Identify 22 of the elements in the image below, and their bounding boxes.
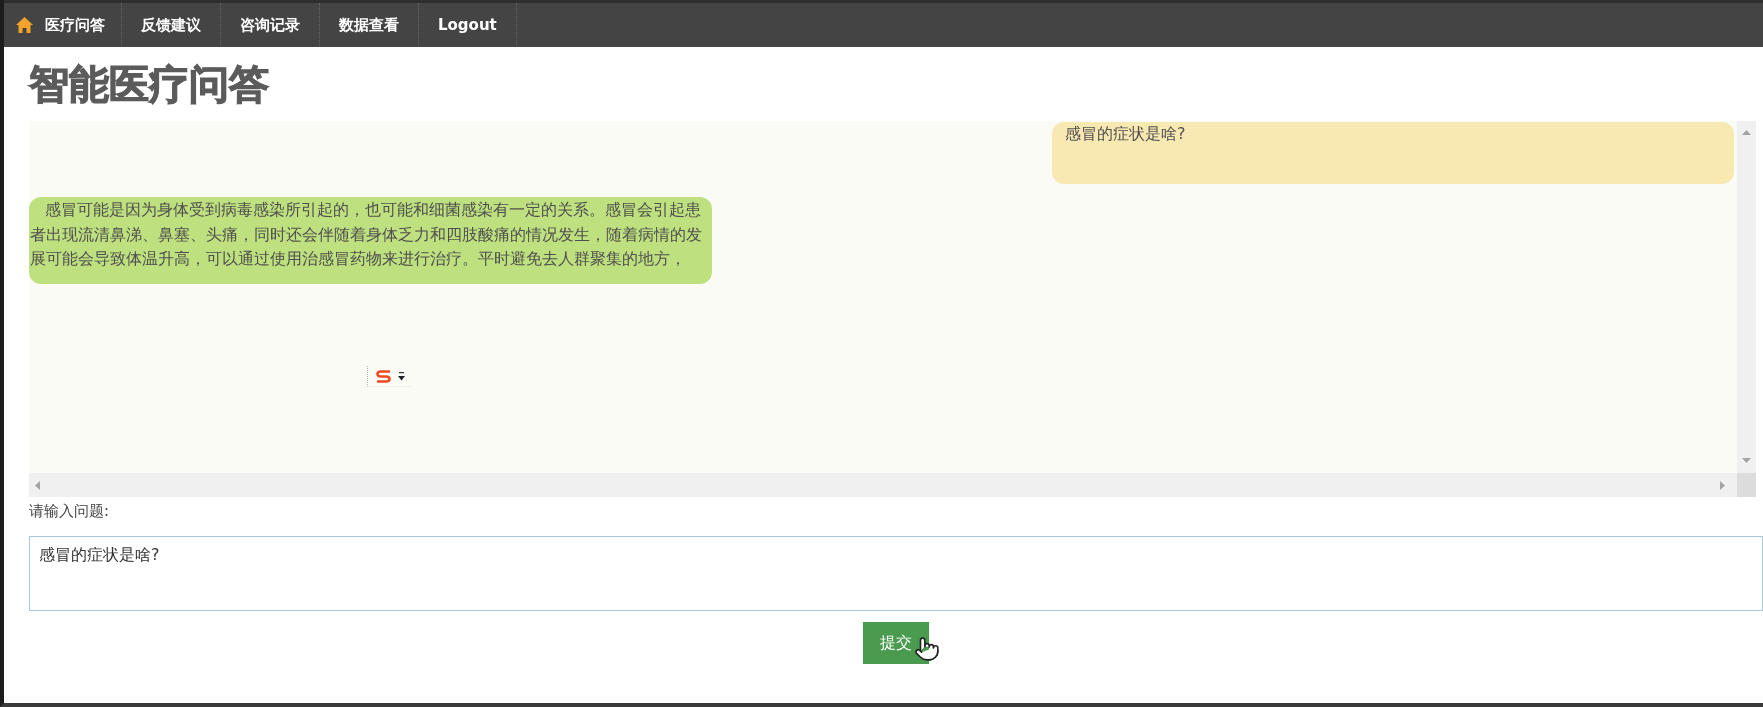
scroll-up-arrow-icon[interactable] [1742,130,1751,135]
logo-icon [375,368,392,384]
input-label: 请输入问题: [29,503,110,520]
horizontal-scrollbar[interactable] [29,473,1737,497]
dropdown-caret-icon [398,371,405,381]
nav-link[interactable]: Logout [419,3,517,47]
home-icon [16,17,33,33]
scroll-left-arrow-icon[interactable] [35,480,40,490]
nav-link[interactable]: 咨询记录 [221,3,320,47]
scrollbar-corner [1737,473,1756,497]
question-message: 感冒的症状是啥? [1052,122,1734,184]
nav-link[interactable]: 医疗问答 [4,3,122,47]
nav-link[interactable]: 数据查看 [320,3,419,47]
nav-link[interactable]: 反馈建议 [122,3,221,47]
ime-toolbar[interactable] [367,366,413,387]
scroll-down-arrow-icon[interactable] [1742,458,1751,463]
question-input[interactable]: 感冒的症状是啥? [29,536,1763,611]
page-title: 智能医疗问答 [29,64,269,104]
answer-message: 感冒可能是因为身体受到病毒感染所引起的，也可能和细菌感染有一定的关系。感冒会引起患者出现流清鼻涕、鼻塞、头痛，同时还会伴随着身体乏力和四肢酸痛的情况发生，随着病情的发展可能会导致体温升高，可以通过使用治感冒药物来进行治疗。平时避免去人群聚集的地方， [29,197,712,284]
scroll-right-arrow-icon[interactable] [1720,480,1725,490]
vertical-scrollbar[interactable] [1737,121,1756,473]
hand-pointer-icon [914,636,940,662]
